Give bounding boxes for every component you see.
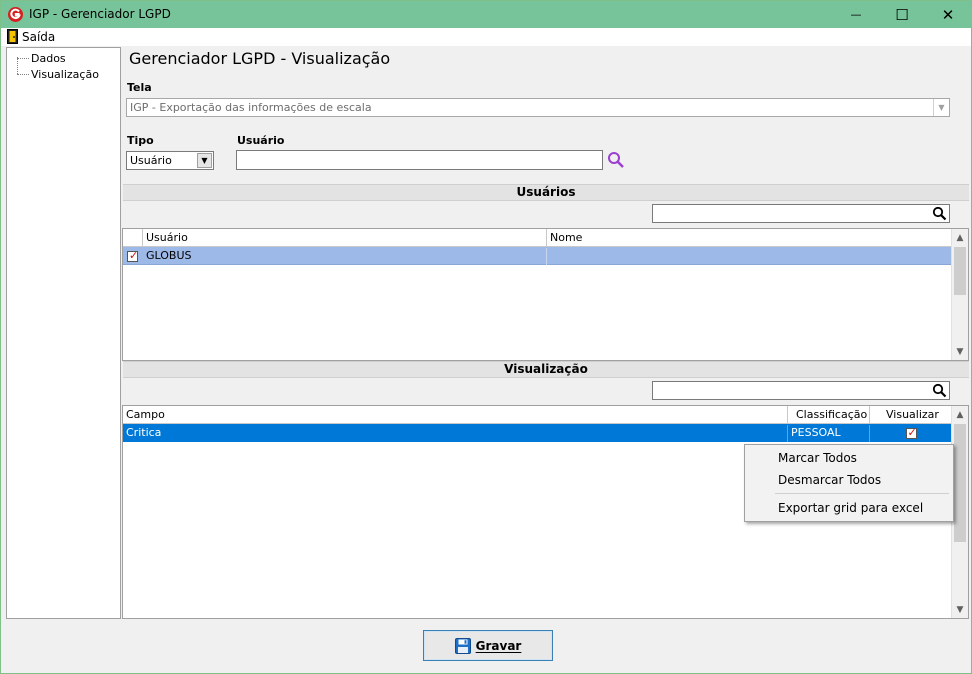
close-button[interactable]: ✕ (925, 1, 971, 28)
save-button-label: Gravar (475, 638, 522, 653)
users-grid-header: Usuário Nome (123, 229, 952, 247)
row-cell-campo: Critica (123, 425, 788, 442)
view-column-visualizar[interactable]: Visualizar (870, 406, 952, 424)
scroll-down-icon[interactable]: ▼ (952, 343, 968, 360)
row-cell-nome (547, 248, 952, 265)
chevron-down-icon[interactable]: ▼ (197, 153, 212, 168)
tree-item-label: Visualização (31, 68, 99, 81)
users-filter-input[interactable] (652, 204, 950, 223)
menu-bar: Saída (1, 28, 971, 46)
search-user-icon[interactable] (607, 151, 625, 169)
row-cell-classificacao: PESSOAL (788, 425, 870, 442)
view-grid-header: Campo Classificação Visualizar (123, 406, 952, 424)
title-bar[interactable]: IGP - Gerenciador LGPD — ☐ ✕ (1, 1, 971, 28)
scroll-thumb[interactable] (954, 424, 966, 542)
checkmark-icon: ✓ (129, 248, 139, 262)
scroll-thumb[interactable] (954, 247, 966, 295)
minimize-button[interactable]: — (833, 1, 879, 28)
close-icon: ✕ (941, 5, 955, 24)
visualizar-checkbox[interactable]: ✓ (905, 425, 917, 439)
app-window: IGP - Gerenciador LGPD — ☐ ✕ Saída Dados (0, 0, 972, 674)
table-row[interactable]: Critica PESSOAL ✓ (123, 424, 952, 442)
row-checkbox[interactable]: ✓ (127, 248, 139, 262)
menu-item-exportar-excel[interactable]: Exportar grid para excel (778, 501, 923, 515)
users-grid: Usuário Nome ✓ GLOBUS ▲ ▼ (122, 228, 969, 361)
page-title: Gerenciador LGPD - Visualização (129, 49, 391, 68)
search-icon[interactable] (932, 383, 947, 398)
exit-door-icon (7, 29, 18, 44)
context-menu: Marcar Todos Desmarcar Todos Exportar gr… (744, 444, 954, 522)
tipo-select[interactable]: Usuário ▼ (126, 151, 214, 170)
tela-select[interactable]: IGP - Exportação das informações de esca… (126, 98, 950, 117)
tela-select-value: IGP - Exportação das informações de esca… (130, 101, 372, 114)
app-logo-icon (8, 7, 23, 22)
users-select-column (123, 229, 143, 247)
tipo-label: Tipo (127, 134, 154, 147)
users-section-header: Usuários (123, 184, 969, 201)
navigation-tree: Dados Visualização (6, 47, 121, 619)
row-cell-visualizar[interactable]: ✓ (870, 425, 952, 442)
menu-item-marcar-todos[interactable]: Marcar Todos (778, 451, 857, 465)
tree-item-label: Dados (31, 52, 66, 65)
menu-separator (775, 493, 949, 494)
view-column-classificacao[interactable]: Classificação (788, 406, 870, 424)
menu-item-desmarcar-todos[interactable]: Desmarcar Todos (778, 473, 881, 487)
maximize-button[interactable]: ☐ (879, 1, 925, 28)
row-select-cell[interactable]: ✓ (125, 248, 143, 265)
table-row[interactable]: ✓ GLOBUS (123, 247, 952, 265)
view-section-header: Visualização (123, 361, 969, 378)
tree-item-dados[interactable]: Dados (17, 52, 66, 65)
users-column-nome[interactable]: Nome (547, 229, 952, 247)
row-cell-usuario: GLOBUS (143, 248, 547, 265)
search-icon[interactable] (932, 206, 947, 221)
maximize-icon: ☐ (895, 5, 909, 24)
exit-menu-label: Saída (22, 29, 56, 44)
view-filter-input[interactable] (652, 381, 950, 400)
window-title: IGP - Gerenciador LGPD (29, 7, 171, 21)
exit-menu-item[interactable]: Saída (7, 29, 55, 44)
view-column-campo[interactable]: Campo (123, 406, 788, 424)
tipo-select-value: Usuário (130, 154, 172, 167)
tree-branch (17, 74, 29, 75)
usuario-label: Usuário (237, 134, 285, 147)
floppy-disk-icon (454, 637, 471, 654)
minimize-icon: — (850, 8, 862, 21)
usuario-input[interactable] (236, 150, 603, 170)
checkmark-icon: ✓ (907, 425, 917, 439)
tree-branch (17, 58, 29, 59)
scroll-down-icon[interactable]: ▼ (952, 601, 968, 618)
chevron-down-icon[interactable]: ▼ (933, 99, 949, 116)
users-column-usuario[interactable]: Usuário (143, 229, 547, 247)
tree-item-visualizacao[interactable]: Visualização (17, 68, 99, 81)
tela-label: Tela (127, 81, 152, 94)
scroll-up-icon[interactable]: ▲ (952, 406, 968, 423)
users-scrollbar[interactable]: ▲ ▼ (951, 229, 968, 360)
save-button[interactable]: Gravar (423, 630, 553, 661)
scroll-up-icon[interactable]: ▲ (952, 229, 968, 246)
